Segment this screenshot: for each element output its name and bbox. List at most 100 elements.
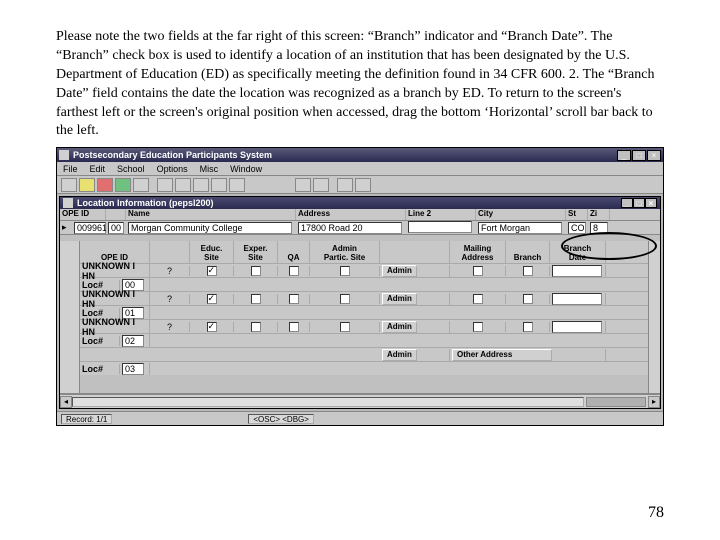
col-name: Name [126,209,296,220]
admin-button[interactable]: Admin [382,293,417,305]
menu-window[interactable]: Window [230,164,262,174]
top-header-row: OPE ID Name Address Line 2 City St Zi [60,209,660,221]
branch-date-field[interactable] [552,265,602,277]
toolbar [57,176,663,194]
doc-close-button[interactable]: × [645,198,657,208]
toolbar-button[interactable] [193,178,209,192]
admin-button[interactable]: Admin [382,265,417,277]
row-label: UNKNOWN I HN [80,317,150,337]
qa-checkbox[interactable] [289,294,299,304]
close-button[interactable]: × [647,150,661,161]
table-row: Admin Other Address [80,347,660,361]
scroll-thumb[interactable] [586,397,646,407]
grid-block: Admin Other Address Loc# 03 [80,347,660,375]
admin-partic-checkbox[interactable] [340,322,350,332]
loc-label: Loc# [80,364,120,374]
table-row-loc: Loc# 02 [80,333,660,347]
loc-field[interactable]: 00 [108,222,124,234]
toolbar-button[interactable] [295,178,311,192]
row-label: UNKNOWN I HN [80,289,150,309]
other-address-button[interactable]: Other Address [452,349,552,361]
toolbar-button[interactable] [61,178,77,192]
city-field[interactable]: Fort Morgan [478,222,562,234]
toolbar-button[interactable] [157,178,173,192]
toolbar-button[interactable] [313,178,329,192]
line2-field[interactable] [408,221,472,233]
toolbar-button[interactable] [79,178,95,192]
scroll-right-icon[interactable]: ▸ [648,396,660,408]
scroll-track[interactable] [72,397,584,407]
exper-site-checkbox[interactable] [251,322,261,332]
educ-site-checkbox[interactable] [207,322,217,332]
toolbar-button[interactable] [337,178,353,192]
titlebar: Postsecondary Education Participants Sys… [57,148,663,162]
branch-checkbox[interactable] [523,294,533,304]
st-field[interactable]: CO [568,222,586,234]
qa-checkbox[interactable] [289,322,299,332]
admin-button[interactable]: Admin [382,321,417,333]
educ-site-checkbox[interactable] [207,266,217,276]
menu-file[interactable]: File [63,164,78,174]
app-title: Postsecondary Education Participants Sys… [73,150,617,160]
admin-button[interactable]: Admin [382,349,417,361]
query-icon[interactable]: ? [167,322,172,332]
toolbar-button[interactable] [229,178,245,192]
toolbar-button[interactable] [211,178,227,192]
vertical-scrollbar[interactable] [648,241,660,393]
toolbar-button[interactable] [175,178,191,192]
record-ruler [60,241,80,393]
query-icon[interactable]: ? [167,266,172,276]
menu-edit[interactable]: Edit [90,164,106,174]
page-number: 78 [648,504,664,522]
mailing-checkbox[interactable] [473,294,483,304]
branch-date-field[interactable] [552,293,602,305]
exper-site-checkbox[interactable] [251,266,261,276]
row-selector-icon[interactable]: ▸ [62,222,67,232]
branch-checkbox[interactable] [523,322,533,332]
menubar: File Edit School Options Misc Window [57,162,663,176]
address-field[interactable]: 17800 Road 20 [298,222,402,234]
status-record: Record: 1/1 [61,414,112,424]
locnum-field[interactable]: 02 [122,335,144,347]
branch-date-field[interactable] [552,321,602,333]
menu-options[interactable]: Options [157,164,188,174]
admin-partic-checkbox[interactable] [340,294,350,304]
app-window: Postsecondary Education Participants Sys… [56,147,664,426]
toolbar-button[interactable] [133,178,149,192]
query-icon[interactable]: ? [167,294,172,304]
toolbar-button[interactable] [115,178,131,192]
statusbar: Record: 1/1 <OSC> <DBG> [57,411,663,425]
qa-checkbox[interactable] [289,266,299,276]
toolbar-button[interactable] [97,178,113,192]
opeid-field[interactable]: 009961 [74,222,106,234]
mailing-checkbox[interactable] [473,266,483,276]
col-zip: Zi [588,209,610,220]
col-opeid: OPE ID [60,209,106,220]
branch-checkbox[interactable] [523,266,533,276]
admin-partic-checkbox[interactable] [340,266,350,276]
top-data-row: ▸ 009961 00 Morgan Community College 178… [60,221,660,235]
doc-icon [63,198,73,208]
table-row-loc: Loc# 01 [80,305,660,319]
exper-site-checkbox[interactable] [251,294,261,304]
doc-titlebar: Location Information (pepsl200) _ □ × [60,197,660,209]
menu-misc[interactable]: Misc [200,164,219,174]
gh-qa: QA [278,241,310,263]
menu-school[interactable]: School [117,164,145,174]
scroll-left-icon[interactable]: ◂ [60,396,72,408]
locnum-field[interactable]: 03 [122,363,144,375]
doc-min-button[interactable]: _ [621,198,633,208]
horizontal-scrollbar[interactable]: ◂ ▸ [60,394,660,408]
col-city: City [476,209,566,220]
gh-mailing: Mailing Address [450,241,506,263]
name-field[interactable]: Morgan Community College [128,222,292,234]
maximize-button[interactable]: □ [632,150,646,161]
educ-site-checkbox[interactable] [207,294,217,304]
doc-window: Location Information (pepsl200) _ □ × OP… [59,196,661,409]
grid-block: UNKNOWN I HN ? Admin Loc# 01 [80,291,660,319]
toolbar-button[interactable] [355,178,371,192]
table-row-loc: Loc# 00 [80,277,660,291]
doc-max-button[interactable]: □ [633,198,645,208]
minimize-button[interactable]: _ [617,150,631,161]
mailing-checkbox[interactable] [473,322,483,332]
